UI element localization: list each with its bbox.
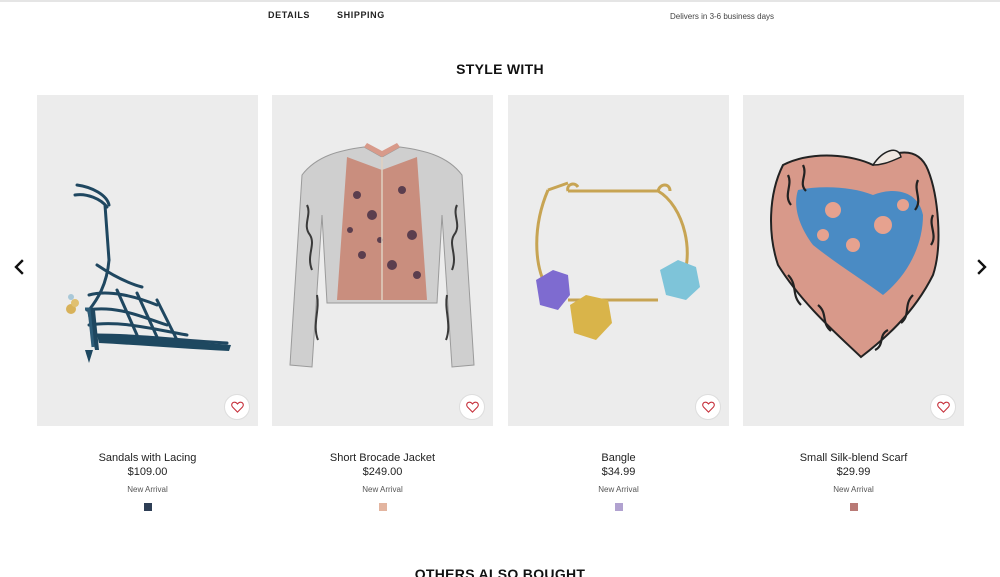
top-divider	[0, 0, 1000, 2]
new-arrival-badge: New Arrival	[362, 485, 403, 494]
carousel-prev-button[interactable]	[12, 258, 28, 276]
product-name[interactable]: Small Silk-blend Scarf	[743, 452, 964, 464]
color-swatch[interactable]	[143, 503, 152, 511]
scarf-image	[743, 95, 964, 426]
tab-shipping[interactable]: SHIPPING	[337, 10, 385, 20]
favorite-button[interactable]	[224, 394, 250, 420]
product-name[interactable]: Sandals with Lacing	[37, 452, 258, 464]
product-image[interactable]	[743, 95, 964, 426]
product-name[interactable]: Bangle	[508, 452, 729, 464]
heart-icon	[230, 401, 244, 413]
chevron-right-icon	[977, 259, 987, 275]
product-price: $29.99	[836, 466, 871, 478]
new-arrival-badge: New Arrival	[598, 485, 639, 494]
new-arrival-badge: New Arrival	[127, 485, 168, 494]
tab-details[interactable]: DETAILS	[268, 10, 310, 20]
favorite-button[interactable]	[930, 394, 956, 420]
favorite-button[interactable]	[459, 394, 485, 420]
product-image[interactable]	[37, 95, 258, 426]
chevron-left-icon	[14, 259, 24, 275]
product-card[interactable]: Sandals with Lacing $109.00 New Arrival	[37, 95, 258, 511]
heart-icon	[465, 401, 479, 413]
new-arrival-badge: New Arrival	[833, 485, 874, 494]
color-swatch[interactable]	[849, 503, 858, 511]
product-card[interactable]: Small Silk-blend Scarf $29.99 New Arriva…	[743, 95, 964, 511]
jacket-image	[272, 95, 493, 426]
product-image[interactable]	[508, 95, 729, 426]
product-price: $109.00	[127, 466, 168, 478]
product-card[interactable]: Bangle $34.99 New Arrival	[508, 95, 729, 511]
bangle-image	[508, 95, 729, 426]
others-also-bought-heading: OTHERS ALSO BOUGHT	[414, 566, 586, 577]
product-card[interactable]: Short Brocade Jacket $249.00 New Arrival	[272, 95, 493, 511]
product-price: $34.99	[601, 466, 636, 478]
favorite-button[interactable]	[695, 394, 721, 420]
delivery-note: Delivers in 3-6 business days	[670, 12, 775, 21]
sandal-image	[37, 95, 258, 426]
heart-icon	[701, 401, 715, 413]
heart-icon	[936, 401, 950, 413]
product-name[interactable]: Short Brocade Jacket	[272, 452, 493, 464]
product-info-tabs: DETAILS SHIPPING	[268, 10, 385, 20]
color-swatch[interactable]	[378, 503, 387, 511]
product-price: $249.00	[362, 466, 403, 478]
color-swatch[interactable]	[614, 503, 623, 511]
product-image[interactable]	[272, 95, 493, 426]
style-with-heading: STYLE WITH	[456, 61, 544, 77]
carousel-next-button[interactable]	[973, 258, 989, 276]
